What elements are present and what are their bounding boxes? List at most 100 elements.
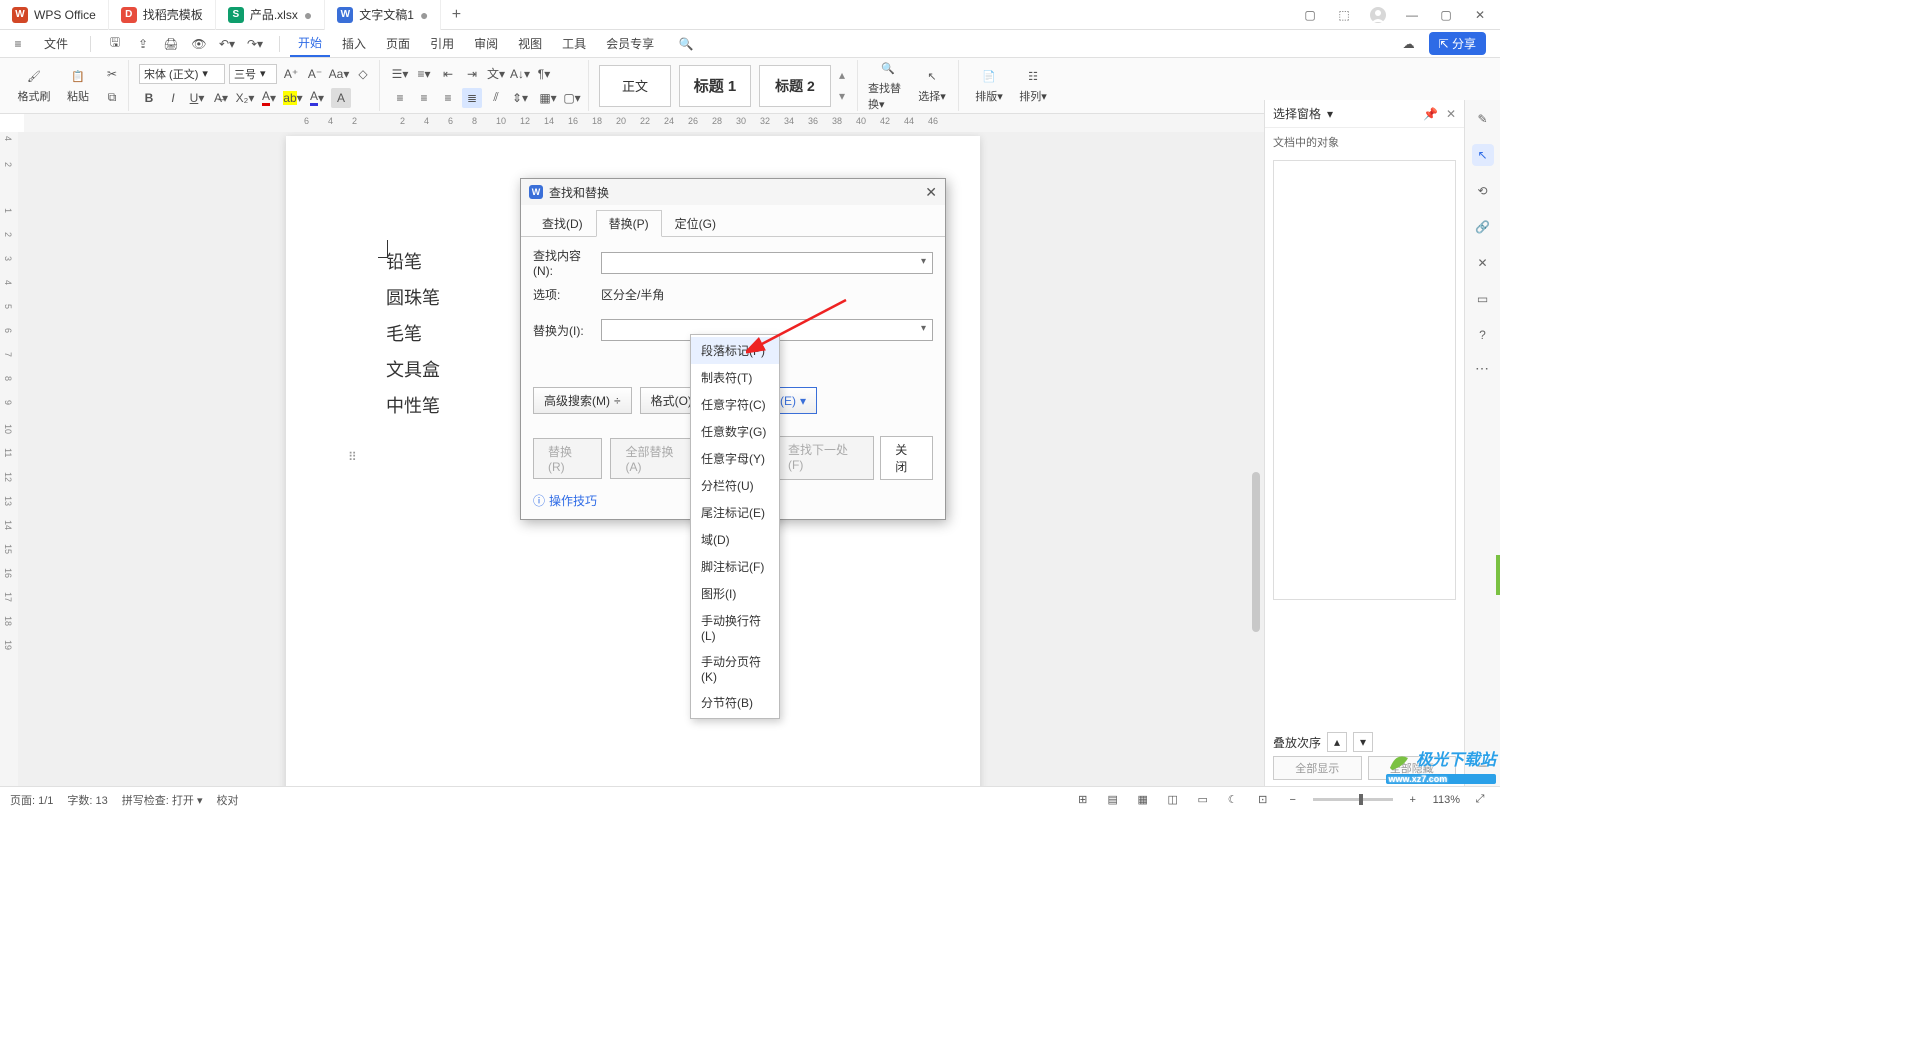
view-mode2-icon[interactable]: ▤ xyxy=(1103,790,1123,810)
decrease-indent-icon[interactable]: ⇤ xyxy=(438,64,458,84)
underline-icon[interactable]: U▾ xyxy=(187,88,207,108)
menu-insert[interactable]: 插入 xyxy=(334,31,374,56)
font-size-select[interactable]: 三号 ▾ xyxy=(229,64,277,84)
align-justify-icon[interactable]: ≣ xyxy=(462,88,482,108)
text-direction-icon[interactable]: 文▾ xyxy=(486,64,506,84)
dd-field[interactable]: 域(D) xyxy=(691,526,779,553)
help-icon[interactable]: ? xyxy=(1472,324,1494,346)
find-replace-button[interactable]: 🔍 查找替换▾ xyxy=(868,60,908,112)
pencil-icon[interactable]: ✎ xyxy=(1472,108,1494,130)
zoom-out-icon[interactable]: − xyxy=(1283,790,1303,810)
page-indicator[interactable]: 页面: 1/1 xyxy=(10,792,53,808)
view-mode3-icon[interactable]: ▦ xyxy=(1133,790,1153,810)
file-menu[interactable]: 文件 xyxy=(36,31,76,56)
scrollbar-thumb[interactable] xyxy=(1252,472,1260,632)
dd-footnote-mark[interactable]: 脚注标记(F) xyxy=(691,553,779,580)
sort-icon[interactable]: A↓▾ xyxy=(510,64,530,84)
change-case-icon[interactable]: Aa▾ xyxy=(329,64,349,84)
menu-references[interactable]: 引用 xyxy=(422,31,462,56)
reading-mode-icon[interactable]: ☾ xyxy=(1223,790,1243,810)
export-icon[interactable]: ⇪ xyxy=(133,34,153,54)
tab-document[interactable]: W 文字文稿1 ● xyxy=(325,0,441,30)
bold-icon[interactable]: B xyxy=(139,88,159,108)
menu-page[interactable]: 页面 xyxy=(378,31,418,56)
align-center-icon[interactable]: ≡ xyxy=(414,88,434,108)
subscript-icon[interactable]: X₂▾ xyxy=(235,88,255,108)
tab-replace[interactable]: 替换(P) xyxy=(596,210,662,237)
print-icon[interactable]: 🖨 xyxy=(161,34,181,54)
character-shading-icon[interactable]: A xyxy=(331,88,351,108)
book-icon[interactable]: ▭ xyxy=(1472,288,1494,310)
zoom-slider[interactable] xyxy=(1313,798,1393,801)
italic-icon[interactable]: I xyxy=(163,88,183,108)
style-heading1[interactable]: 标题 1 xyxy=(679,65,751,107)
tab-find[interactable]: 查找(D) xyxy=(529,210,596,237)
save-icon[interactable]: 🖫 xyxy=(105,34,125,54)
copy-icon[interactable]: ⧉ xyxy=(102,87,122,107)
dialog-close-button[interactable]: 关闭 xyxy=(880,436,933,480)
tab-spreadsheet[interactable]: S 产品.xlsx ● xyxy=(216,0,325,30)
tab-templates[interactable]: D 找稻壳模板 xyxy=(109,0,216,30)
maximize-button[interactable]: ▢ xyxy=(1436,5,1456,25)
dd-graphic[interactable]: 图形(I) xyxy=(691,580,779,607)
shading-icon[interactable]: ▦▾ xyxy=(538,88,558,108)
cloud-icon[interactable]: ☁ xyxy=(1399,34,1419,54)
dd-manual-linebreak[interactable]: 手动换行符(L) xyxy=(691,607,779,648)
paragraph-mark-icon[interactable]: ¶▾ xyxy=(534,64,554,84)
dd-column-break[interactable]: 分栏符(U) xyxy=(691,472,779,499)
replace-all-button[interactable]: 全部替换(A) xyxy=(610,438,702,479)
dd-manual-pagebreak[interactable]: 手动分页符(K) xyxy=(691,648,779,689)
objects-list[interactable] xyxy=(1273,160,1456,600)
menu-review[interactable]: 审阅 xyxy=(466,31,506,56)
replace-one-button[interactable]: 替换(R) xyxy=(533,438,602,479)
pin-icon[interactable]: 📌 xyxy=(1423,107,1438,121)
strikethrough-icon[interactable]: A̶▾ xyxy=(211,88,231,108)
align-left-icon[interactable]: ≡ xyxy=(390,88,410,108)
font-color-icon[interactable]: A▾ xyxy=(259,88,279,108)
paste-button[interactable]: 📋 粘贴 xyxy=(58,68,98,104)
share-button[interactable]: ⇱ 分享 xyxy=(1429,32,1486,55)
app-square-icon[interactable]: ▢ xyxy=(1300,5,1320,25)
panel-close-icon[interactable]: ✕ xyxy=(1446,107,1456,121)
zoom-level[interactable]: 113% xyxy=(1433,794,1460,806)
dd-any-digit[interactable]: 任意数字(G) xyxy=(691,418,779,445)
tab-goto[interactable]: 定位(G) xyxy=(662,210,729,237)
dd-section-break[interactable]: 分节符(B) xyxy=(691,689,779,716)
dialog-close-icon[interactable]: ✕ xyxy=(925,184,937,201)
select-cursor-icon[interactable]: ↖ xyxy=(1472,144,1494,166)
line-spacing-icon[interactable]: ⇕▾ xyxy=(510,88,530,108)
undo-icon[interactable]: ↶▾ xyxy=(217,34,237,54)
proofing-status[interactable]: 校对 xyxy=(216,792,238,808)
paragraph-drag-handle-icon[interactable]: ⠿ xyxy=(348,450,359,464)
advanced-search-button[interactable]: 高级搜索(M) ÷ xyxy=(533,387,632,414)
view-mode6-icon[interactable]: ⊡ xyxy=(1253,790,1273,810)
styles-more-icon[interactable]: ▴▾ xyxy=(839,65,851,107)
decrease-font-icon[interactable]: A⁻ xyxy=(305,64,325,84)
align-right-icon[interactable]: ≡ xyxy=(438,88,458,108)
spellcheck-status[interactable]: 拼写检查: 打开 ▾ xyxy=(122,792,203,808)
app-cube-icon[interactable]: ⬚ xyxy=(1334,5,1354,25)
font-color2-icon[interactable]: A▾ xyxy=(307,88,327,108)
dialog-title-bar[interactable]: W 查找和替换 ✕ xyxy=(521,179,945,205)
find-input[interactable] xyxy=(601,252,933,274)
redo-icon[interactable]: ↷▾ xyxy=(245,34,265,54)
dd-paragraph-mark[interactable]: 段落标记(P) xyxy=(691,337,779,364)
user-avatar-icon[interactable] xyxy=(1368,5,1388,25)
numbered-list-icon[interactable]: ≡▾ xyxy=(414,64,434,84)
vertical-scrollbar[interactable] xyxy=(1248,132,1262,786)
clear-format-icon[interactable]: ◇ xyxy=(353,64,373,84)
dd-any-letter[interactable]: 任意字母(Y) xyxy=(691,445,779,472)
menu-start[interactable]: 开始 xyxy=(290,30,330,57)
font-family-select[interactable]: 宋体 (正文) ▾ xyxy=(139,64,225,84)
style-heading2[interactable]: 标题 2 xyxy=(759,65,831,107)
find-next-button[interactable]: 查找下一处(F) xyxy=(773,436,874,480)
more-icon[interactable]: ⋯ xyxy=(1475,360,1490,377)
bullet-list-icon[interactable]: ☰▾ xyxy=(390,64,410,84)
word-count[interactable]: 字数: 13 xyxy=(67,792,107,808)
dd-endnote-mark[interactable]: 尾注标记(E) xyxy=(691,499,779,526)
increase-font-icon[interactable]: A⁺ xyxy=(281,64,301,84)
cut-icon[interactable]: ✂ xyxy=(102,64,122,84)
tools-icon[interactable]: ✕ xyxy=(1472,252,1494,274)
print-preview-icon[interactable]: 👁 xyxy=(189,34,209,54)
menu-member[interactable]: 会员专享 xyxy=(598,31,662,56)
